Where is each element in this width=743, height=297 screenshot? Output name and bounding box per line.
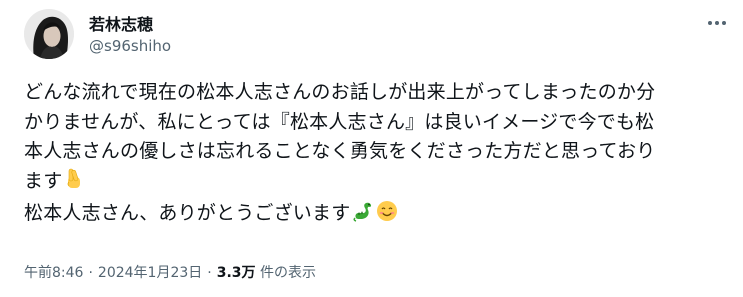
- tweet-text: どんな流れで現在の松本人志さんのお話しが出来上がってしまったのか分 かりませんが…: [24, 78, 724, 232]
- meta-separator: ·: [88, 265, 93, 281]
- tweet-time: 午前8:46: [24, 265, 84, 281]
- tweet-card[interactable]: 若林志穂 @s96shiho どんな流れで現在の松本人志さんのお話しが出来上がっ…: [0, 0, 743, 297]
- author-display-name[interactable]: 若林志穂: [89, 11, 153, 35]
- tweet-line-with-emoji: ます: [24, 167, 724, 200]
- dragon-icon: [352, 200, 374, 232]
- tweet-line: ます: [24, 169, 63, 192]
- tweet-line: どんな流れで現在の松本人志さんのお話しが出来上がってしまったのか分: [24, 81, 656, 103]
- tweet-timestamp[interactable]: 午前8:46 · 2024年1月23日: [24, 265, 202, 281]
- tweet-line: かりませんが、私にとっては『松本人志さん』は良いイメージで今でも松: [24, 110, 655, 133]
- avatar[interactable]: [24, 9, 74, 59]
- tweet-line: 松本人志さん、ありがとうございます: [24, 202, 351, 224]
- views-label: 件の表示: [259, 265, 316, 281]
- views-count: 3.3万: [216, 265, 256, 281]
- smiling-face-icon: [376, 200, 398, 232]
- more-dots-icon: [708, 21, 726, 25]
- more-options-button[interactable]: [700, 8, 734, 38]
- author-handle[interactable]: @s96shiho: [89, 37, 171, 55]
- meta-separator: ·: [207, 265, 212, 281]
- tweet-meta: 午前8:46 · 2024年1月23日 · 3.3万 件の表示: [24, 262, 316, 282]
- profile-photo-icon: [24, 9, 74, 59]
- tweet-date: 2024年1月23日: [97, 265, 203, 281]
- fingers-crossed-icon: [64, 168, 84, 200]
- tweet-line-with-emoji: 松本人志さん、ありがとうございます: [24, 199, 724, 232]
- tweet-line: 本人志さんの優しさは忘れることなく勇気をくださった方だと思っており: [24, 140, 656, 162]
